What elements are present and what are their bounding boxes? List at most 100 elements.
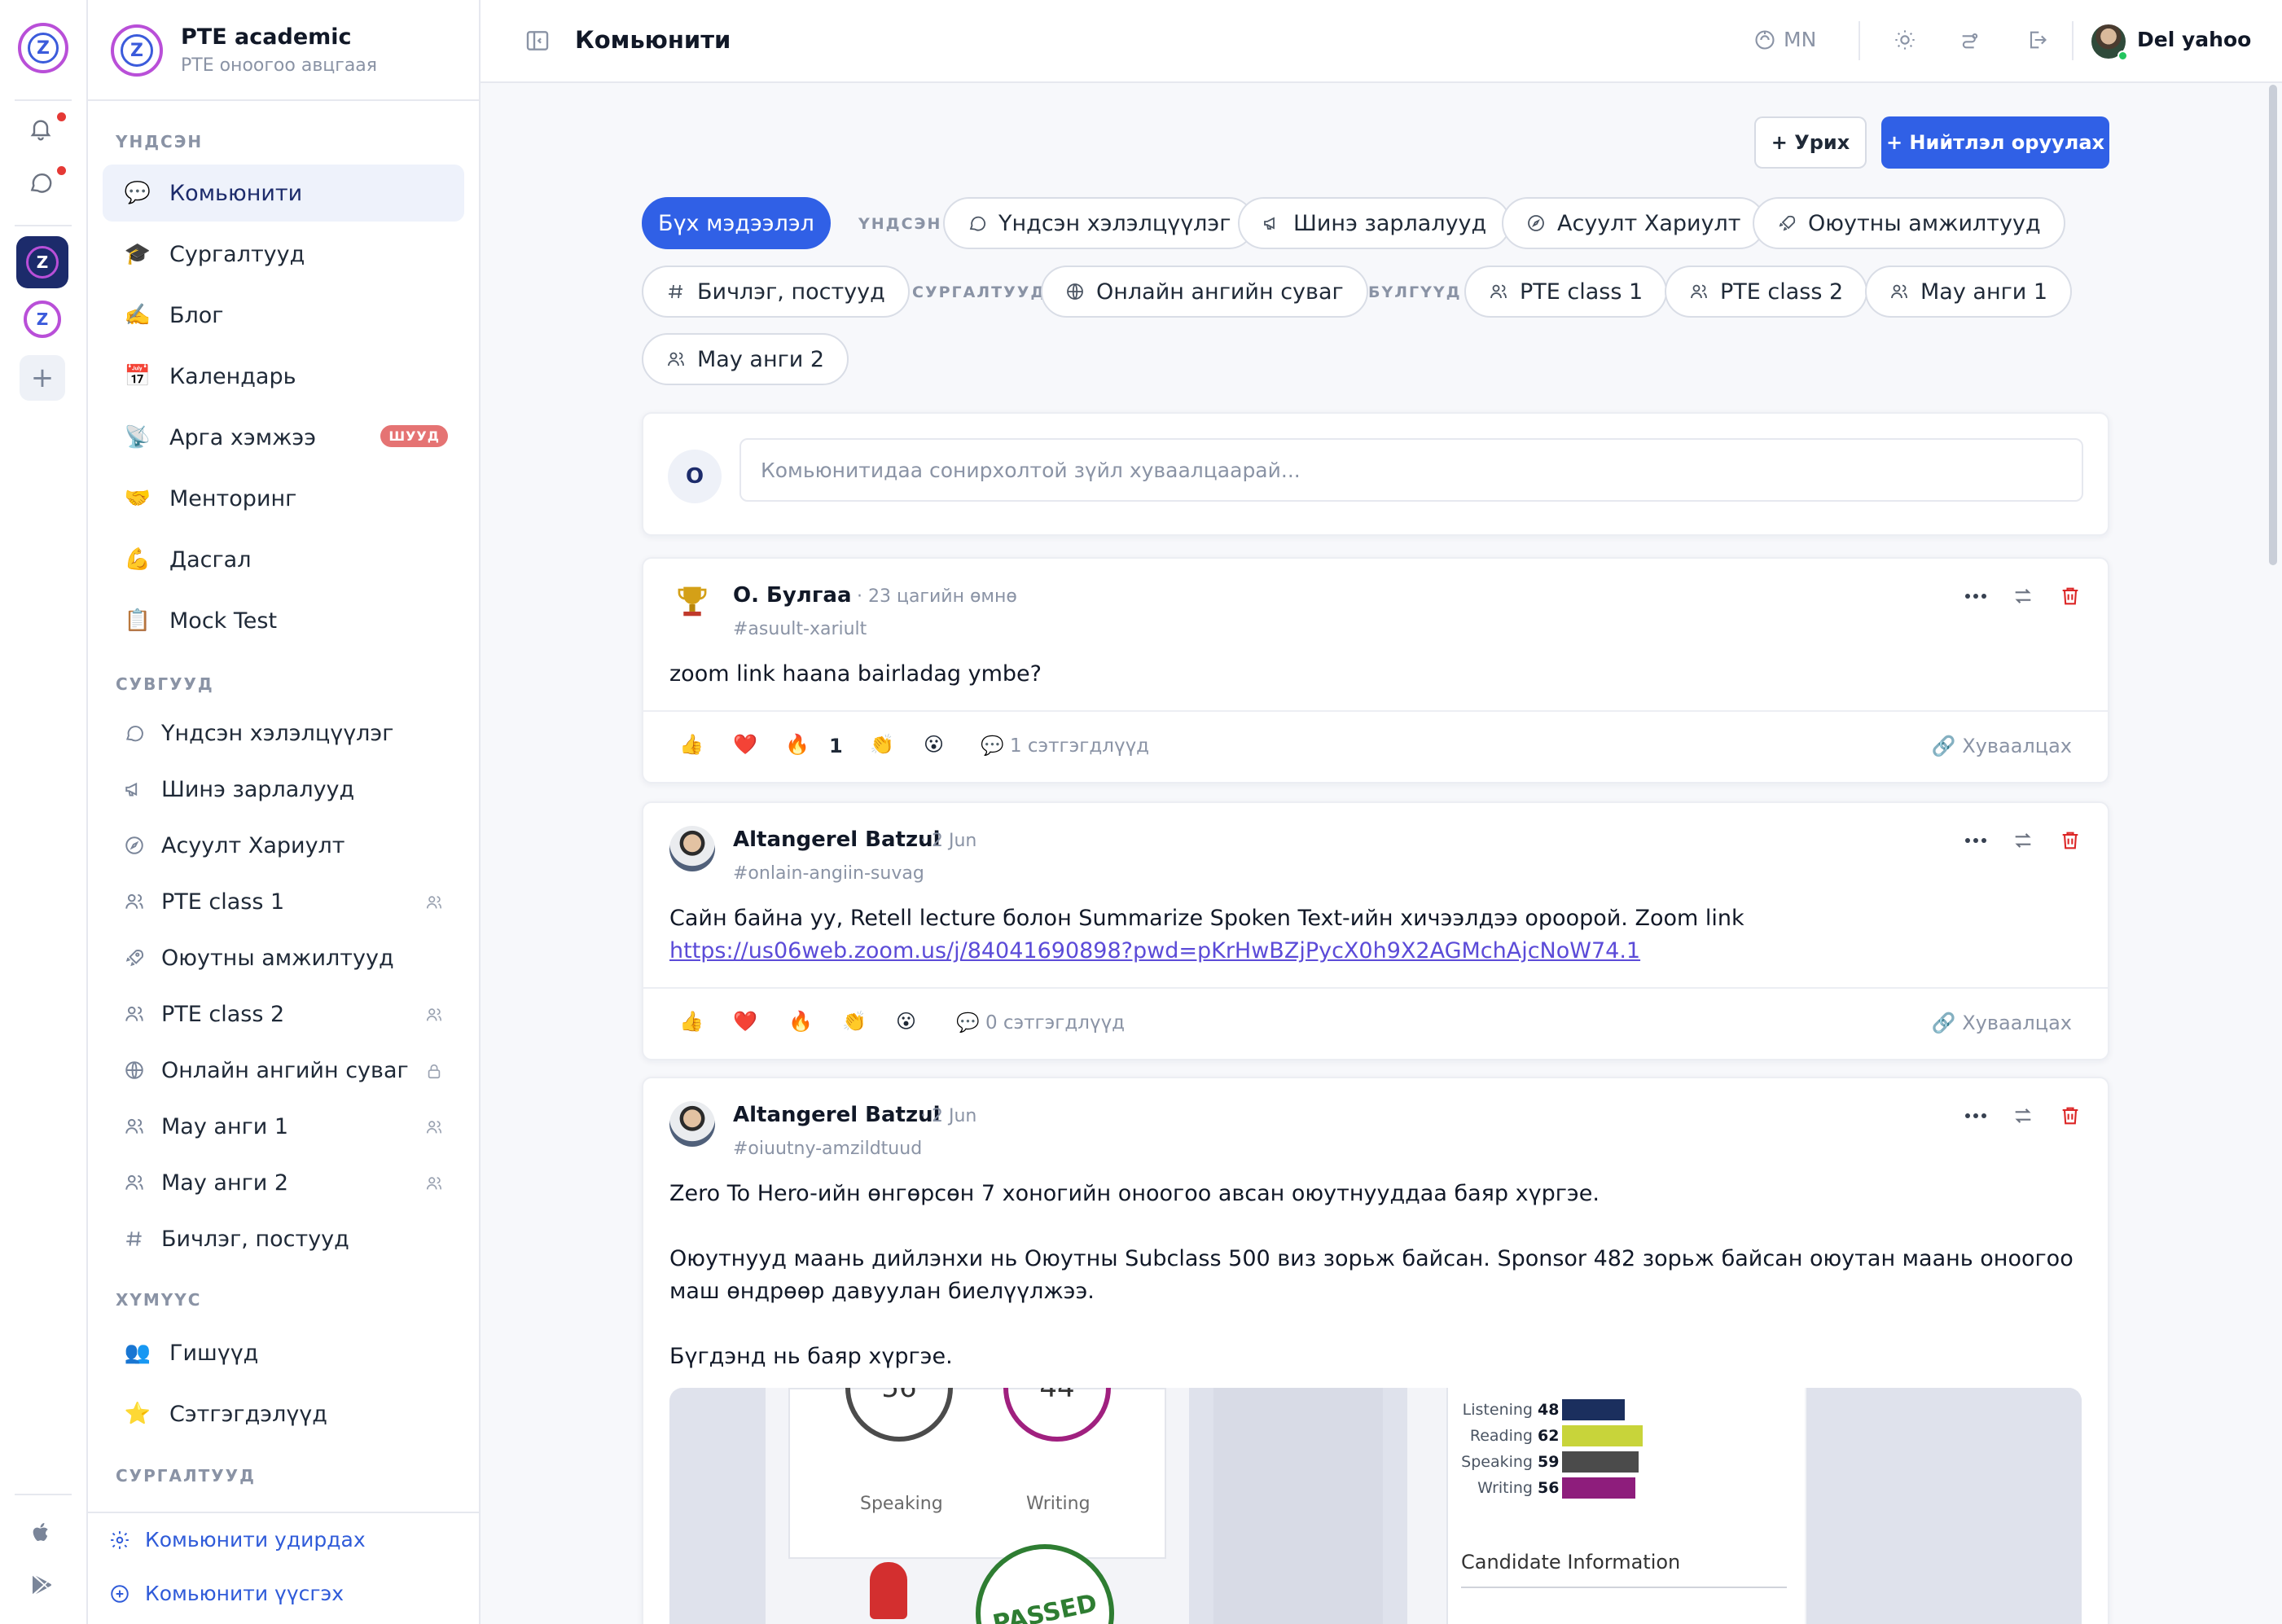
sidebar-item-reviews[interactable]: ⭐ Сэтгэгдэлүүд	[103, 1385, 464, 1442]
filter-chip-all[interactable]: Бүх мэдээлэл	[642, 197, 831, 249]
post-channel-tag[interactable]: #onlain-angiin-suvag	[733, 863, 924, 884]
share-button[interactable]: 🔗 Хуваалцах	[1932, 1012, 2072, 1034]
manage-community-link[interactable]: Комьюнити удирдах	[109, 1528, 366, 1552]
sidebar-item-mock-test[interactable]: 📋 Mock Test	[103, 592, 464, 649]
app-logo-icon[interactable]: Z	[18, 23, 68, 73]
sidebar-item-blog[interactable]: ✍️ Блог	[103, 287, 464, 344]
sidebar-channel-posts[interactable]: Бичлэг, постууд	[103, 1211, 464, 1266]
sidebar-item-courses[interactable]: 🎓 Сургалтууд	[103, 226, 464, 283]
zoom-link[interactable]: https://us06web.zoom.us/j/84041690898?pw…	[669, 935, 1744, 968]
new-post-button[interactable]: + Нийтлэл оруулах	[1881, 116, 2109, 169]
gear-icon	[111, 1530, 129, 1549]
author-avatar[interactable]	[669, 582, 715, 627]
comments-count[interactable]: 💬 1 сэтгэгдлүүд	[981, 735, 1149, 757]
author-avatar[interactable]	[669, 826, 715, 871]
delete-post-icon[interactable]	[2057, 1103, 2083, 1129]
user-name[interactable]: Del yahoo	[2137, 28, 2251, 51]
language-switch-icon[interactable]	[1751, 26, 1779, 54]
sidebar-item-events[interactable]: 📡 Арга хэмжээ ШУУД	[103, 409, 464, 466]
sidebar-channel-student-success[interactable]: Оюутны амжилтууд	[103, 930, 464, 985]
move-post-icon[interactable]	[2010, 827, 2036, 854]
messages-icon[interactable]	[23, 165, 59, 200]
thumbs-up-icon[interactable]: 👍	[679, 1010, 704, 1033]
author-avatar[interactable]	[669, 1101, 715, 1147]
comments-count[interactable]: 💬 0 сэтгэгдлүүд	[956, 1012, 1125, 1034]
sidebar-channel-announcements[interactable]: Шинэ зарлалууд	[103, 762, 464, 817]
filter-group-label-groups: БҮЛГҮҮД	[1368, 283, 1462, 301]
topbar-divider	[1859, 21, 1860, 60]
post-channel-tag[interactable]: #asuult-xariult	[733, 619, 867, 639]
move-post-icon[interactable]	[2010, 1103, 2036, 1129]
sidebar-item-calendar[interactable]: 📅 Календарь	[103, 348, 464, 405]
notifications-bell-icon[interactable]	[23, 111, 59, 147]
palette-icon[interactable]	[1956, 26, 1984, 54]
filter-chip-may-class-2[interactable]: May анги 2	[642, 333, 849, 385]
more-options-icon[interactable]	[1963, 583, 1989, 609]
sidebar-channel-qa[interactable]: Асуулт Хариулт	[103, 818, 464, 873]
post-author[interactable]: Altangerel Batzul	[733, 1103, 941, 1127]
community-app-icon[interactable]: Z	[16, 293, 68, 345]
surprised-face-icon[interactable]: 😮	[896, 1010, 916, 1033]
fire-icon[interactable]: 🔥	[788, 1010, 813, 1033]
language-label[interactable]: MN	[1784, 28, 1816, 51]
composer-input[interactable]: Комьюнитидаа сонирхолтой зүйл хуваалцаар…	[739, 438, 2083, 502]
group-icon	[425, 1117, 446, 1138]
sidebar-header[interactable]: Z PTE academic PTE оноогоо авцгаая	[88, 0, 479, 101]
heart-icon[interactable]: ❤️	[733, 1010, 757, 1033]
invite-button[interactable]: + Урих	[1754, 116, 1867, 169]
thumbs-up-icon[interactable]: 👍	[679, 733, 704, 756]
score-card	[788, 1388, 1166, 1559]
post-author[interactable]: Altangerel Batzul	[733, 827, 941, 852]
filter-chip-student-success[interactable]: Оюутны амжилтууд	[1753, 197, 2065, 249]
sidebar-channel-pte-class-2[interactable]: PTE class 2	[103, 986, 464, 1042]
filter-chip-announcements[interactable]: Шинэ зарлалууд	[1238, 197, 1512, 249]
filter-chip-posts[interactable]: Бичлэг, постууд	[642, 266, 910, 318]
sidebar-channel-may-class-1[interactable]: May анги 1	[103, 1099, 464, 1154]
move-post-icon[interactable]	[2010, 583, 2036, 609]
community-app-active-icon[interactable]: Z	[16, 236, 68, 288]
logout-icon[interactable]	[2023, 26, 2051, 54]
add-community-icon[interactable]: +	[20, 355, 65, 401]
sidebar-channel-main-discussion[interactable]: Үндсэн хэлэлцүүлэг	[103, 705, 464, 761]
share-button[interactable]: 🔗 Хуваалцах	[1932, 735, 2072, 757]
apple-store-icon[interactable]	[23, 1515, 59, 1551]
post-body: zoom link haana bairladag ymbe?	[669, 661, 1042, 687]
post-author[interactable]: О. Булгаа	[733, 583, 852, 608]
post-body: Сайн байна уу, Retell lecture болон Summ…	[669, 902, 1744, 968]
filter-chip-label: May анги 1	[1920, 279, 2048, 305]
sidebar-item-members[interactable]: 👥 Гишүүд	[103, 1324, 464, 1381]
rail-divider	[15, 225, 72, 226]
sidebar-item-community[interactable]: 💬 Комьюнити	[103, 165, 464, 222]
community-logo-icon: Z	[111, 24, 163, 77]
create-community-link[interactable]: Комьюнити үүсгэх	[109, 1582, 344, 1605]
more-options-icon[interactable]	[1963, 1103, 1989, 1129]
filter-chip-pte-class-1[interactable]: PTE class 1	[1464, 266, 1668, 318]
delete-post-icon[interactable]	[2057, 827, 2083, 854]
sidebar-item-exercises[interactable]: 💪 Дасгал	[103, 531, 464, 588]
sidebar: Z PTE academic PTE оноогоо авцгаая ҮНДСЭ…	[88, 0, 481, 1624]
filter-chip-qa[interactable]: Асуулт Хариулт	[1502, 197, 1766, 249]
theme-toggle-sun-icon[interactable]	[1891, 26, 1919, 54]
google-play-icon[interactable]	[23, 1567, 59, 1603]
sidebar-item-mentoring[interactable]: 🤝 Менторинг	[103, 470, 464, 527]
heart-icon[interactable]: ❤️	[733, 733, 757, 756]
filter-chip-online-class[interactable]: Онлайн ангийн суваг	[1041, 266, 1368, 318]
filter-chip-may-class-1[interactable]: May анги 1	[1865, 266, 2073, 318]
post-channel-tag[interactable]: #oiuutny-amzildtuud	[733, 1139, 922, 1159]
delete-post-icon[interactable]	[2057, 583, 2083, 609]
fire-icon[interactable]: 🔥	[785, 733, 810, 756]
sidebar-channel-pte-class-1[interactable]: PTE class 1	[103, 874, 464, 929]
clap-icon[interactable]: 👏	[870, 733, 894, 756]
sidebar-footer: Комьюнити удирдах Комьюнити үүсгэх	[88, 1512, 479, 1624]
clap-icon[interactable]: 👏	[842, 1010, 867, 1033]
more-options-icon[interactable]	[1963, 827, 1989, 854]
filter-chip-pte-class-2[interactable]: PTE class 2	[1665, 266, 1868, 318]
sidebar-collapse-icon[interactable]	[524, 28, 551, 54]
score-value: 48	[1538, 1401, 1560, 1419]
surprised-face-icon[interactable]: 😮	[924, 733, 944, 756]
sidebar-channel-may-class-2[interactable]: May анги 2	[103, 1155, 464, 1210]
sidebar-channel-online-class[interactable]: Онлайн ангийн суваг	[103, 1042, 464, 1098]
page-scrollbar[interactable]	[2269, 85, 2277, 565]
filter-chip-main-discussion[interactable]: Үндсэн хэлэлцүүлэг	[943, 197, 1256, 249]
post-image-gallery[interactable]: 56 Speaking 44 Writing PASSED Listening 4…	[669, 1388, 2082, 1624]
